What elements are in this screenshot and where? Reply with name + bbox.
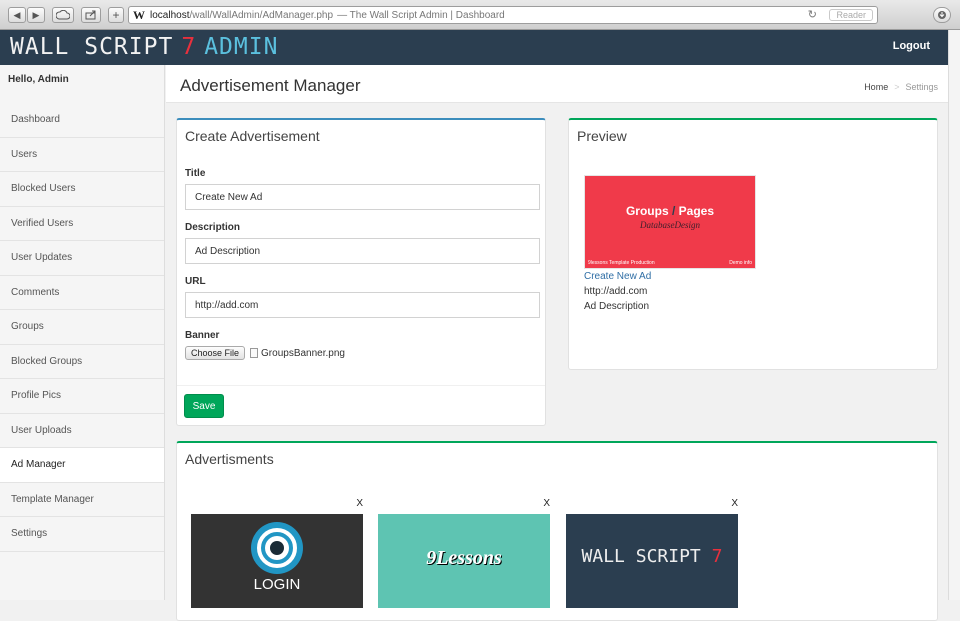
sidebar-item-comments[interactable]: Comments: [0, 276, 164, 310]
reload-icon[interactable]: ↻: [808, 8, 817, 21]
preview-banner-image: Groups / Pages DatabaseDesign 9lessons T…: [584, 175, 756, 269]
forward-button[interactable]: ▶: [27, 7, 45, 23]
sidebar-item-template-manager[interactable]: Template Manager: [0, 483, 164, 517]
new-tab-button[interactable]: +: [108, 7, 124, 23]
title-input[interactable]: Create New Ad: [185, 184, 540, 210]
forward-icon: ▶: [32, 9, 40, 20]
back-icon: ◀: [13, 9, 21, 20]
cloud-icon: [56, 10, 70, 20]
breadcrumb-separator: >: [894, 82, 900, 92]
ad-image-wall-script[interactable]: WALL SCRIPT 7: [566, 514, 738, 608]
ad-image-login[interactable]: LOGIN: [191, 514, 363, 608]
share-icon: [85, 10, 96, 20]
page-title: Advertisement Manager: [180, 76, 361, 95]
banner-footer-left: 9lessons Template Production: [588, 260, 655, 266]
banner-subtitle: DatabaseDesign: [640, 220, 700, 230]
choose-file-button[interactable]: Choose File: [185, 346, 246, 360]
breadcrumb: Home > Settings: [864, 82, 938, 92]
login-text: LOGIN: [253, 576, 301, 593]
description-input[interactable]: Ad Description: [185, 238, 540, 264]
main-content: Advertisement Manager Home > Settings Crea…: [166, 65, 948, 621]
ad-card: X WALL SCRIPT 7: [566, 498, 738, 608]
preview-ad-url: http://add.com: [584, 286, 648, 297]
breadcrumb-home[interactable]: Home: [864, 82, 888, 92]
banner-file-picker: Choose File GroupsBanner.png: [185, 346, 537, 360]
url-label: URL: [185, 276, 206, 287]
download-icon: [938, 11, 946, 19]
browser-toolbar: ◀ ▶ + W localhost/wall/WallAdmin/AdManag…: [0, 0, 960, 30]
create-ad-panel: Create Advertisement Title Create New Ad…: [176, 118, 546, 426]
banner-footer-right: Demo info: [729, 260, 752, 266]
sidebar-item-dashboard[interactable]: Dashboard: [0, 103, 164, 138]
page-title-in-address: — The Wall Script Admin | Dashboard: [337, 9, 505, 21]
sidebar-item-verified-users[interactable]: Verified Users: [0, 207, 164, 241]
sidebar: Hello, Admin Dashboard Users Blocked Use…: [0, 65, 165, 600]
file-name: GroupsBanner.png: [261, 347, 345, 359]
url-input[interactable]: http://add.com: [185, 292, 540, 318]
save-button[interactable]: Save: [184, 394, 224, 418]
page-header: Advertisement Manager Home > Settings: [166, 65, 948, 103]
preview-ad-title-link[interactable]: Create New Ad: [584, 271, 651, 282]
ad-card: X LOGIN: [191, 498, 363, 608]
preview-ad-description: Ad Description: [584, 301, 650, 312]
url-path: /wall/WallAdmin/AdManager.php: [189, 9, 334, 21]
ad-card: X 9Lessons: [378, 498, 550, 608]
sidebar-item-users[interactable]: Users: [0, 138, 164, 172]
title-label: Title: [185, 168, 206, 179]
logo-seven: 7: [181, 34, 197, 60]
logout-link[interactable]: Logout: [893, 40, 930, 52]
site-icon: W: [133, 7, 145, 22]
page-scrollbar[interactable]: [948, 30, 960, 600]
banner-label: Banner: [185, 330, 220, 341]
share-button[interactable]: [81, 7, 101, 23]
sidebar-item-profile-pics[interactable]: Profile Pics: [0, 379, 164, 414]
description-label: Description: [185, 222, 241, 233]
sidebar-item-blocked-users[interactable]: Blocked Users: [0, 172, 164, 207]
sidebar-item-ad-manager[interactable]: Ad Manager: [0, 448, 164, 483]
sidebar-item-settings[interactable]: Settings: [0, 517, 164, 552]
ad-image-9lessons[interactable]: 9Lessons: [378, 514, 550, 608]
url-host: localhost: [150, 9, 190, 21]
logo-admin: ADMIN: [204, 34, 279, 60]
icloud-tabs-button[interactable]: [52, 7, 74, 23]
wall-script-text: WALL SCRIPT 7: [581, 546, 723, 567]
preview-panel: Preview Groups / Pages DatabaseDesign 9l…: [568, 118, 938, 370]
reader-button[interactable]: Reader: [829, 9, 873, 21]
create-ad-footer: Save: [177, 385, 545, 425]
breadcrumb-settings: Settings: [905, 82, 938, 92]
advertisements-panel: Advertisments X LOGIN X 9Lessons X WALL …: [176, 441, 938, 621]
delete-ad-button[interactable]: X: [356, 498, 363, 509]
downloads-button[interactable]: [933, 7, 951, 23]
ninelessons-text: 9Lessons: [426, 547, 502, 569]
preview-title: Preview: [577, 128, 627, 144]
app-header: WALL SCRIPT 7 ADMIN Logout: [0, 30, 960, 65]
logo[interactable]: WALL SCRIPT 7 ADMIN: [10, 34, 278, 60]
logo-wall-script: WALL SCRIPT: [10, 34, 174, 60]
create-ad-title: Create Advertisement: [185, 128, 320, 144]
address-bar[interactable]: W localhost/wall/WallAdmin/AdManager.php…: [128, 6, 878, 24]
sidebar-item-user-uploads[interactable]: User Uploads: [0, 414, 164, 448]
greeting: Hello, Admin: [8, 74, 69, 85]
sidebar-item-user-updates[interactable]: User Updates: [0, 241, 164, 276]
file-icon: [250, 348, 259, 358]
advertisements-title: Advertisments: [185, 451, 274, 467]
ads-list: X LOGIN X 9Lessons X WALL SCRIPT 7: [191, 498, 941, 608]
delete-ad-button[interactable]: X: [543, 498, 550, 509]
back-button[interactable]: ◀: [8, 7, 26, 23]
banner-headline: Groups / Pages: [625, 204, 715, 218]
sidebar-item-groups[interactable]: Groups: [0, 310, 164, 345]
sidebar-item-blocked-groups[interactable]: Blocked Groups: [0, 345, 164, 379]
delete-ad-button[interactable]: X: [731, 498, 738, 509]
